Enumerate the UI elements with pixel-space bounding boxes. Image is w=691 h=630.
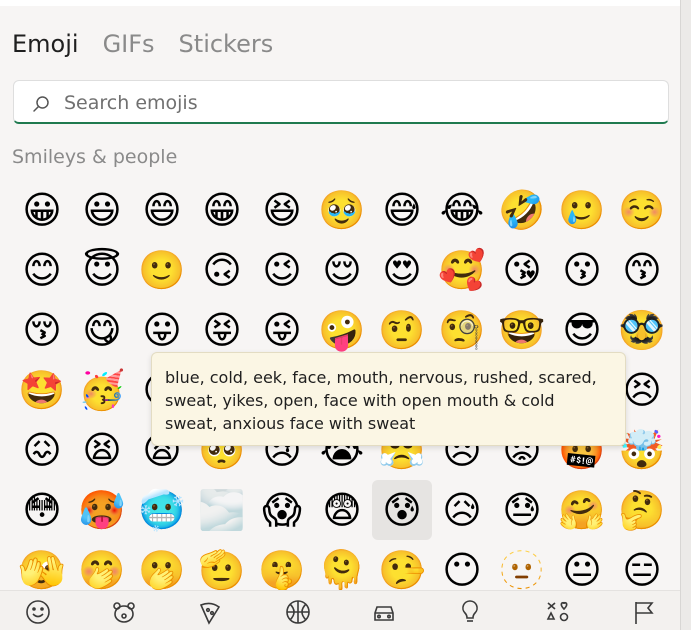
emoji-cell[interactable]: 😛 [132, 300, 192, 360]
animal-icon [113, 602, 135, 623]
activity-icon [286, 600, 310, 624]
emoji-cell[interactable]: 😰 [372, 480, 432, 540]
emoji-cell[interactable]: 😅 [372, 180, 432, 240]
emoji-cell[interactable]: 😳 [12, 480, 72, 540]
category-flags[interactable] [624, 599, 664, 629]
emoji-cell[interactable]: 😝 [192, 300, 252, 360]
emoji-cell[interactable]: 😓 [492, 480, 552, 540]
emoji-cell[interactable]: 😄 [132, 180, 192, 240]
search-icon [33, 96, 49, 112]
emoji-cell[interactable]: 🙂 [132, 240, 192, 300]
emoji-cell[interactable]: 🤩 [12, 360, 72, 420]
emoji-cell[interactable]: 😗 [552, 240, 612, 300]
emoji-cell[interactable]: 😘 [492, 240, 552, 300]
emoji-cell[interactable]: 😁 [192, 180, 252, 240]
emoji-cell[interactable]: 😌 [312, 240, 372, 300]
category-smileys[interactable] [18, 599, 58, 629]
top-strip [0, 0, 680, 6]
emoji-cell[interactable]: 😀 [12, 180, 72, 240]
emoji-cell[interactable]: 🤣 [492, 180, 552, 240]
objects-icon [462, 600, 478, 622]
category-objects[interactable] [450, 599, 490, 629]
section-title: Smileys & people [12, 146, 178, 168]
category-activities[interactable] [278, 599, 318, 629]
flags-icon [635, 602, 654, 624]
emoji-cell[interactable]: 🤔 [612, 480, 672, 540]
emoji-cell[interactable]: 🥰 [432, 240, 492, 300]
emoji-cell[interactable]: 😂 [432, 180, 492, 240]
emoji-cell[interactable]: 🥲 [552, 180, 612, 240]
smiley-icon [26, 600, 50, 624]
food-icon [199, 602, 221, 625]
emoji-panel: Emoji GIFs Stickers Smileys & people 😀😃😄… [0, 0, 681, 630]
emoji-cell[interactable]: 🙃 [192, 240, 252, 300]
emoji-cell[interactable]: 🥳 [72, 360, 132, 420]
category-food[interactable] [190, 599, 230, 629]
emoji-cell[interactable]: 🌫️ [192, 480, 252, 540]
emoji-cell[interactable]: 🤓 [492, 300, 552, 360]
emoji-cell[interactable]: 🥹 [312, 180, 372, 240]
emoji-cell[interactable]: ☺️ [612, 180, 672, 240]
emoji-cell[interactable]: 😥 [432, 480, 492, 540]
emoji-cell[interactable]: 😨 [312, 480, 372, 540]
emoji-cell[interactable]: 😆 [252, 180, 312, 240]
tab-gifs[interactable]: GIFs [103, 30, 155, 58]
travel-icon [374, 606, 394, 621]
category-bar [0, 590, 680, 630]
emoji-cell[interactable]: 😚 [12, 300, 72, 360]
emoji-cell[interactable]: 😋 [72, 300, 132, 360]
emoji-cell[interactable]: 🤪 [312, 300, 372, 360]
emoji-cell[interactable]: 😉 [252, 240, 312, 300]
emoji-cell[interactable]: 😜 [252, 300, 312, 360]
emoji-cell[interactable]: 🧐 [432, 300, 492, 360]
tab-stickers[interactable]: Stickers [179, 30, 274, 58]
emoji-cell[interactable]: 🤨 [372, 300, 432, 360]
emoji-cell[interactable]: 😍 [372, 240, 432, 300]
symbols-icon [546, 601, 569, 622]
tab-emoji[interactable]: Emoji [12, 30, 79, 58]
category-animals[interactable] [104, 599, 144, 629]
emoji-cell[interactable]: 😎 [552, 300, 612, 360]
emoji-cell[interactable]: 😖 [12, 420, 72, 480]
category-travel[interactable] [364, 599, 404, 629]
emoji-cell[interactable]: 🥸 [612, 300, 672, 360]
emoji-cell[interactable]: 😱 [252, 480, 312, 540]
search-input[interactable] [62, 87, 656, 119]
emoji-tooltip: blue, cold, eek, face, mouth, nervous, r… [151, 352, 626, 446]
emoji-cell[interactable]: 😊 [12, 240, 72, 300]
category-symbols[interactable] [538, 599, 578, 629]
emoji-cell[interactable]: 😃 [72, 180, 132, 240]
emoji-cell[interactable]: 😫 [72, 420, 132, 480]
search-box[interactable] [13, 80, 669, 124]
emoji-cell[interactable]: 🤗 [552, 480, 612, 540]
emoji-cell[interactable]: 😇 [72, 240, 132, 300]
emoji-cell[interactable]: 🥵 [72, 480, 132, 540]
panel-tabs: Emoji GIFs Stickers [12, 30, 297, 58]
emoji-cell[interactable]: 😙 [612, 240, 672, 300]
emoji-cell[interactable]: 🥶 [132, 480, 192, 540]
